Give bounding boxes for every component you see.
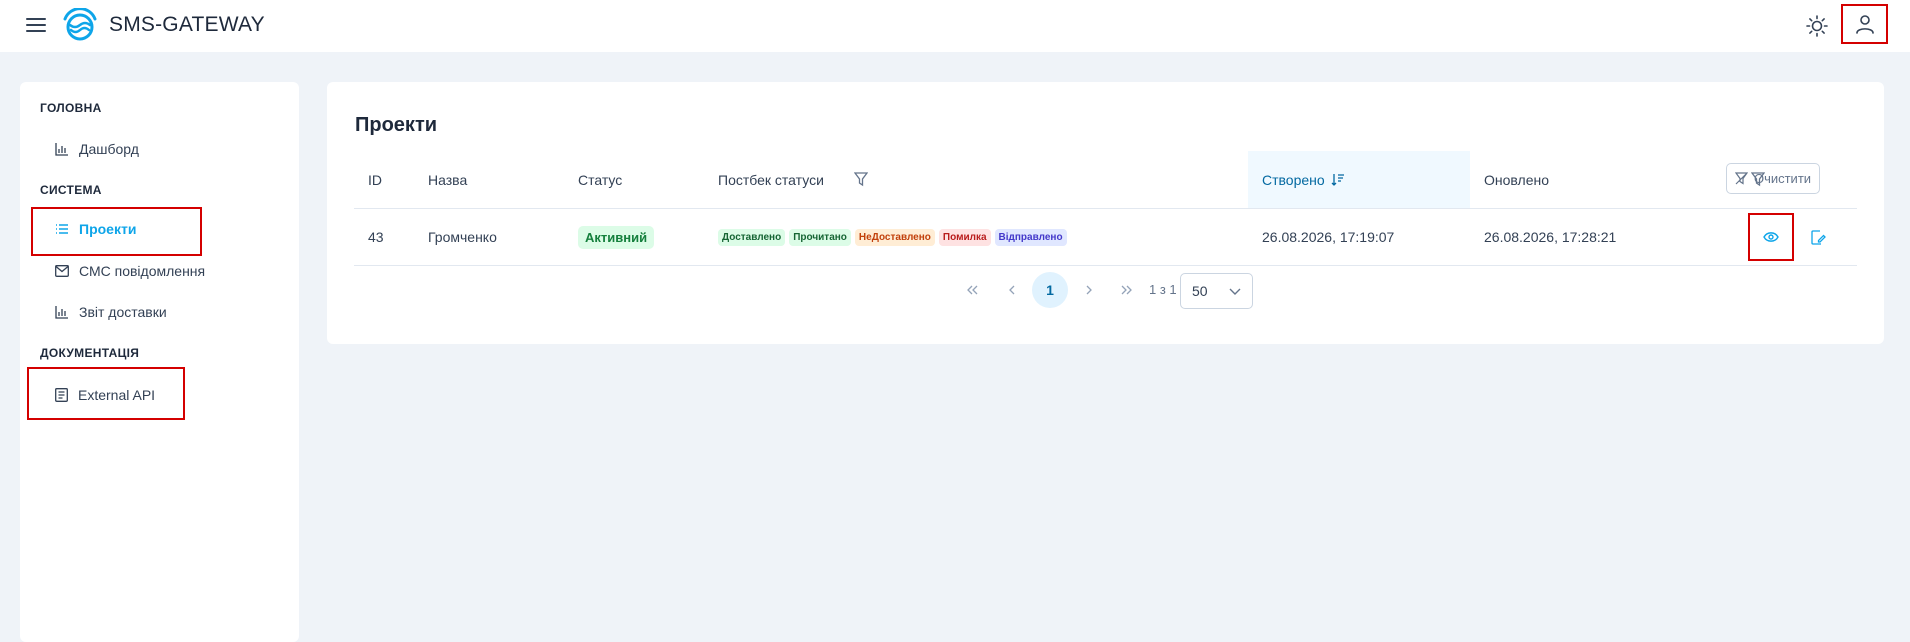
edit-button[interactable] (1795, 213, 1841, 261)
sidebar-item-label: СМС повідомлення (79, 263, 206, 279)
page-title: Проекти (355, 114, 438, 136)
section-title-system: СИСТЕМА (40, 183, 102, 197)
pagination: 1 1 з 1 50 (327, 272, 1884, 310)
chart-bar-icon (55, 143, 68, 156)
last-page-button[interactable] (1109, 272, 1145, 308)
edit-icon (1810, 229, 1826, 245)
chevron-left-icon (1008, 285, 1014, 295)
sort-desc-icon[interactable] (1331, 173, 1345, 186)
sidebar-item-dashboard[interactable]: Дашборд (55, 134, 139, 164)
sidebar-item-label: Звіт доставки (79, 304, 167, 320)
column-header-name[interactable]: Назва (428, 151, 467, 208)
chevron-down-icon (1229, 288, 1241, 295)
user-icon (1855, 15, 1874, 34)
sun-icon[interactable] (1805, 14, 1829, 38)
postback-badge-sent: Відправлено (994, 228, 1067, 246)
table-header: ID Назва Статус Постбек статуси Створено… (354, 151, 1857, 209)
filter-slash-icon (1734, 172, 1748, 185)
sidebar-item-sms[interactable]: СМС повідомлення (55, 256, 205, 286)
column-header-created-label: Створено (1262, 171, 1325, 188)
rows-per-page-select[interactable]: 50 (1180, 273, 1253, 309)
chevrons-left-icon (967, 285, 978, 295)
postback-badge-delivered: Доставлено (718, 228, 786, 246)
postback-badge-error: Помилка (938, 228, 991, 246)
clear-filters-button[interactable]: Очистити (1726, 163, 1820, 194)
page-1-button[interactable]: 1 (1032, 272, 1068, 308)
prev-page-button[interactable] (994, 272, 1030, 308)
chevrons-right-icon (1121, 285, 1132, 295)
cell-name: Громченко (428, 229, 497, 245)
column-header-updated: Оновлено (1484, 171, 1549, 188)
sidebar-item-label: Дашборд (79, 141, 139, 157)
postback-badge-not-delivered: НеДоставлено (854, 228, 935, 246)
clear-filters-label: Очистити (1753, 171, 1812, 186)
table-row: 43 Громченко Активний Доставлено Прочита… (354, 209, 1857, 266)
column-header-status: Статус (578, 171, 623, 188)
view-button[interactable] (1748, 213, 1794, 261)
logo-icon (63, 8, 97, 41)
sidebar-item-delivery-report[interactable]: Звіт доставки (55, 297, 167, 327)
chevron-right-icon (1086, 285, 1092, 295)
app-brand: SMS-GATEWAY (109, 13, 265, 36)
hamburger-icon[interactable] (26, 17, 46, 33)
first-page-button[interactable] (954, 272, 990, 308)
cell-id: 43 (368, 229, 384, 245)
column-header-id: ID (368, 171, 382, 188)
filter-icon[interactable] (854, 172, 868, 187)
cell-postback: Доставлено Прочитано НеДоставлено Помилк… (718, 209, 1071, 265)
user-button[interactable] (1841, 4, 1888, 44)
column-header-postback: Постбек статуси (718, 171, 824, 188)
section-title-main: ГОЛОВНА (40, 101, 102, 115)
page-info: 1 з 1 (1149, 282, 1177, 297)
highlight-external-api (27, 367, 185, 420)
postback-badge-read: Прочитано (789, 228, 851, 246)
highlight-projects (31, 207, 202, 256)
projects-card: Проекти ID Назва Статус Постбек статуси … (327, 82, 1884, 344)
eye-icon (1763, 232, 1779, 242)
cell-updated: 26.08.2026, 17:28:21 (1484, 229, 1617, 245)
cell-created: 26.08.2026, 17:19:07 (1262, 229, 1395, 245)
next-page-button[interactable] (1070, 272, 1106, 308)
status-badge: Активний (578, 225, 655, 249)
section-title-docs: ДОКУМЕНТАЦІЯ (40, 346, 140, 360)
sidebar: ГОЛОВНА Дашборд СИСТЕМА Проекти СМС пові… (20, 82, 299, 642)
rows-per-page-value: 50 (1192, 283, 1208, 299)
chart-bar-icon (55, 306, 68, 319)
envelope-icon (55, 265, 69, 277)
topbar: SMS-GATEWAY (0, 0, 1910, 52)
column-header-created[interactable]: Створено (1248, 151, 1470, 208)
